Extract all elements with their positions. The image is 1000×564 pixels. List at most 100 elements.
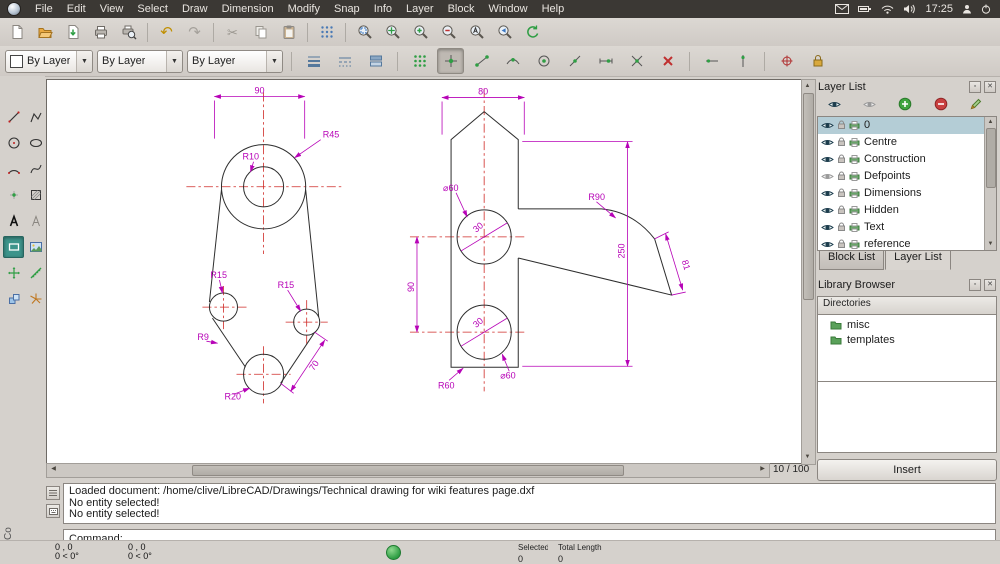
save-file-button[interactable] — [59, 19, 86, 45]
chevron-down-icon[interactable]: ▼ — [76, 50, 92, 72]
add-layer-button[interactable] — [892, 95, 918, 114]
layer-scroll-thumb[interactable] — [986, 127, 996, 188]
layer-print-icon[interactable] — [849, 239, 860, 249]
tree-item-misc[interactable]: misc — [818, 318, 996, 333]
scroll-up-icon[interactable]: ▲ — [985, 117, 996, 128]
library-preview-area[interactable] — [817, 382, 997, 453]
tab-block-list[interactable]: Block List — [819, 247, 885, 270]
layer-visibility-icon[interactable] — [821, 189, 834, 198]
tool-rectangle-button-selected[interactable] — [3, 236, 24, 258]
layer-lock-icon[interactable] — [837, 239, 846, 249]
layer-row[interactable]: Centre — [818, 134, 996, 151]
dock-float-icon[interactable]: ▫ — [969, 278, 981, 291]
cut-button[interactable]: ✂ — [219, 19, 246, 45]
paste-button[interactable] — [275, 19, 302, 45]
layer-visibility-icon[interactable] — [821, 223, 834, 232]
snap-endpoint-button[interactable] — [468, 48, 495, 74]
clock[interactable]: 17:25 — [925, 3, 953, 15]
dim-label-80[interactable]: 80 — [478, 87, 488, 97]
print-button[interactable] — [87, 19, 114, 45]
dimension-labels[interactable]: 90 R45 R10 R15 R15 R9 R20 70 80 ⌀60 R90 … — [197, 86, 692, 402]
layer-row[interactable]: Text — [818, 219, 996, 236]
zoom-auto-button[interactable] — [463, 19, 490, 45]
menu-dimension[interactable]: Dimension — [215, 1, 281, 17]
set-relative-zero-button[interactable] — [773, 48, 800, 74]
part-outlines[interactable] — [208, 111, 673, 395]
remove-layer-button[interactable] — [928, 95, 954, 114]
scroll-right-icon[interactable]: ▶ — [757, 464, 768, 475]
horizontal-scroll-thumb[interactable] — [192, 465, 624, 476]
dim-label-dia60-bottom[interactable]: ⌀60 — [500, 370, 515, 380]
redo-button[interactable]: ↷ — [181, 19, 208, 45]
dim-label-70[interactable]: 70 — [307, 358, 321, 372]
tool-polyline-button[interactable] — [25, 106, 46, 128]
menu-select[interactable]: Select — [130, 1, 175, 17]
tool-mtext-button[interactable] — [3, 210, 24, 232]
tree-item-templates[interactable]: templates — [818, 333, 996, 348]
undo-button[interactable]: ↶ — [153, 19, 180, 45]
layer-row[interactable]: 0 — [818, 116, 996, 134]
zoom-pan-button[interactable] — [379, 19, 406, 45]
menu-file[interactable]: File — [28, 1, 60, 17]
dim-label-dia60-top[interactable]: ⌀60 — [443, 183, 458, 193]
menu-view[interactable]: View — [93, 1, 131, 17]
layer-lock-icon[interactable] — [837, 171, 846, 181]
redraw-button[interactable] — [519, 19, 546, 45]
dim-label-r45[interactable]: R45 — [323, 130, 340, 140]
option-button-3[interactable] — [362, 48, 389, 74]
edit-layer-button[interactable] — [963, 95, 989, 114]
option-button-1[interactable] — [300, 48, 327, 74]
dock-float-icon[interactable]: ▫ — [969, 80, 981, 93]
layer-visibility-icon[interactable] — [821, 240, 834, 249]
tool-circle-button[interactable] — [3, 132, 24, 154]
dock-close-icon[interactable]: ✕ — [984, 80, 996, 93]
menu-layer[interactable]: Layer — [399, 1, 441, 17]
dim-label-30-bottom[interactable]: 30 — [471, 316, 485, 330]
chevron-down-icon[interactable]: ▼ — [166, 50, 182, 72]
lock-relative-zero-button[interactable] — [804, 48, 831, 74]
hide-all-layers-button[interactable] — [857, 95, 883, 114]
clear-snap-button[interactable] — [654, 48, 681, 74]
dim-label-90-right[interactable]: 90 — [406, 282, 416, 292]
layer-row[interactable]: Dimensions — [818, 185, 996, 202]
layer-print-icon[interactable] — [849, 205, 860, 215]
layer-print-icon[interactable] — [849, 154, 860, 164]
grid-status-icon[interactable] — [386, 545, 401, 560]
layer-print-icon[interactable] — [849, 222, 860, 232]
snap-grid-button[interactable] — [406, 48, 433, 74]
tool-text-button[interactable] — [25, 210, 46, 232]
menu-info[interactable]: Info — [367, 1, 399, 17]
layer-lock-icon[interactable] — [837, 137, 846, 147]
new-file-button[interactable] — [3, 19, 30, 45]
show-all-layers-button[interactable] — [821, 95, 847, 114]
layer-print-icon[interactable] — [849, 171, 860, 181]
dim-label-81[interactable]: 81 — [680, 259, 692, 272]
dim-label-250[interactable]: 250 — [617, 243, 627, 258]
scroll-up-icon[interactable]: ▲ — [802, 81, 813, 92]
dim-label-30-top[interactable]: 30 — [471, 220, 485, 234]
tool-image-button[interactable] — [25, 236, 46, 258]
dim-label-r15-left[interactable]: R15 — [210, 270, 227, 280]
layer-print-icon[interactable] — [849, 188, 860, 198]
dim-label-90[interactable]: 90 — [255, 86, 265, 96]
print-preview-button[interactable] — [115, 19, 142, 45]
layer-print-icon[interactable] — [849, 137, 860, 147]
snap-intersection-button[interactable] — [623, 48, 650, 74]
zoom-in-button[interactable] — [407, 19, 434, 45]
scroll-left-icon[interactable]: ◀ — [48, 464, 59, 475]
scroll-down-icon[interactable]: ▼ — [802, 452, 813, 463]
drawing-area[interactable]: 90 R45 R10 R15 R15 R9 R20 70 80 ⌀60 R90 … — [46, 79, 802, 464]
restrict-vertical-button[interactable] — [729, 48, 756, 74]
tool-ellipse-button[interactable] — [25, 132, 46, 154]
console-options-button[interactable] — [46, 486, 60, 500]
menu-help[interactable]: Help — [535, 1, 572, 17]
volume-icon[interactable] — [903, 4, 916, 14]
layer-print-icon[interactable] — [849, 120, 860, 130]
dim-label-r9[interactable]: R9 — [197, 332, 209, 342]
color-combo[interactable]: By Layer ▼ — [5, 49, 93, 73]
tool-block-button[interactable] — [3, 288, 24, 310]
zoom-window-button[interactable] — [351, 19, 378, 45]
layer-row[interactable]: Construction — [818, 151, 996, 168]
line-type-combo[interactable]: By Layer ▼ — [187, 49, 283, 73]
dim-label-r10[interactable]: R10 — [243, 152, 260, 162]
